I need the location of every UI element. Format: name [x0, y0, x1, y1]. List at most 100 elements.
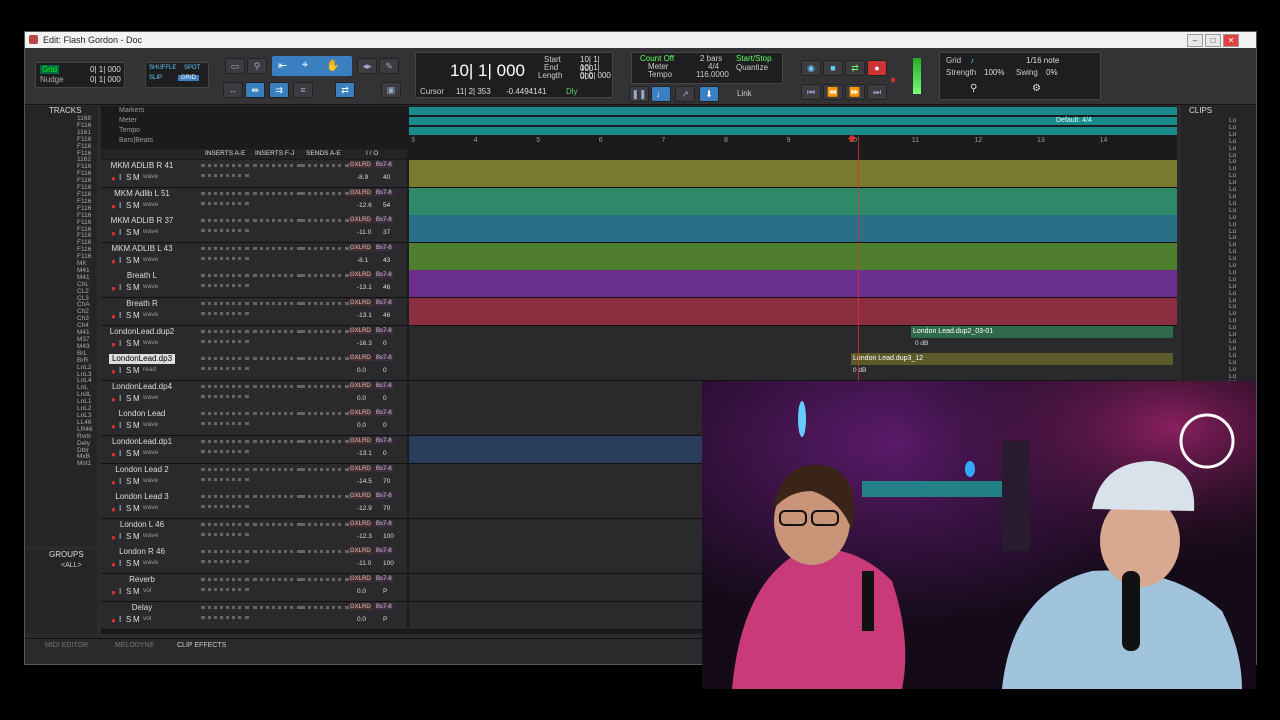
mute-button[interactable]: M: [133, 504, 140, 513]
link-timeline-icon[interactable]: ⇹: [245, 82, 265, 98]
mute-button[interactable]: M: [133, 559, 140, 568]
output-selector[interactable]: Bs7-8: [375, 576, 393, 582]
insert-slots-ae[interactable]: [201, 578, 249, 586]
output-selector[interactable]: Bs7-8: [375, 327, 393, 334]
default-meter-marker[interactable]: Default: 4/4: [1056, 116, 1092, 126]
input-selector[interactable]: GXLRD: [349, 189, 372, 196]
record-arm-icon[interactable]: ●: [111, 616, 116, 625]
pan-value[interactable]: 54: [383, 202, 390, 209]
input-selector[interactable]: GXLRD: [349, 162, 372, 168]
clip-gain-label[interactable]: 0 dB: [853, 367, 866, 374]
insert-slots-fj[interactable]: [253, 440, 301, 448]
track-header[interactable]: MKM ADLIB R 41 ● I S Mwave GXLRD Bs7-8 -8.9 40: [101, 160, 407, 188]
track-lane[interactable]: [409, 160, 1177, 188]
insert-slots-ae-2[interactable]: [201, 312, 249, 320]
input-selector[interactable]: GXLRD: [349, 355, 372, 362]
track-name[interactable]: LondonLead.dp4: [109, 382, 175, 392]
record-arm-icon[interactable]: ●: [111, 229, 116, 238]
grid-label[interactable]: Grid: [40, 65, 60, 74]
input-monitor-button[interactable]: I: [119, 504, 121, 513]
solo-button[interactable]: S: [126, 615, 131, 624]
insert-slots-ae[interactable]: [201, 191, 249, 200]
track-header[interactable]: Breath R ● I S Mwave GXLRD Bs7-8 -13.1 46: [101, 298, 407, 326]
mute-button[interactable]: M: [133, 532, 140, 541]
insert-slots-ae[interactable]: [201, 495, 249, 503]
output-selector[interactable]: Bs7-8: [375, 244, 393, 251]
volume-value[interactable]: -12.9: [357, 505, 372, 512]
tracks-list-item[interactable]: Mst1: [77, 460, 97, 468]
input-selector[interactable]: GXLRD: [349, 300, 372, 306]
insert-slots-ae-2[interactable]: [201, 201, 249, 210]
input-monitor-button[interactable]: I: [119, 615, 121, 624]
pan-value[interactable]: 37: [383, 229, 390, 236]
insert-slots-ae[interactable]: [201, 440, 249, 448]
mute-button[interactable]: M: [133, 477, 140, 486]
insert-slots-ae[interactable]: [201, 164, 249, 172]
solo-button[interactable]: S: [126, 449, 131, 458]
input-monitor-button[interactable]: I: [119, 449, 121, 458]
output-selector[interactable]: Bs7-8: [375, 465, 393, 472]
insert-slots-ae-2[interactable]: [201, 588, 249, 596]
search-icon[interactable]: ⚲: [970, 83, 977, 94]
input-monitor-button[interactable]: I: [119, 283, 121, 292]
send-slots[interactable]: [301, 329, 349, 338]
insert-slots-ae[interactable]: [201, 522, 249, 531]
send-slots[interactable]: [301, 191, 349, 200]
input-monitor-button[interactable]: I: [119, 559, 121, 568]
record-arm-icon[interactable]: ●: [111, 588, 116, 597]
track-header[interactable]: Breath L ● I S Mwave GXLRD Bs7-8 -13.1 46: [101, 270, 407, 299]
track-view-selector[interactable]: wave: [143, 311, 158, 318]
insert-slots-ae-2[interactable]: [201, 284, 249, 292]
tab-to-transient-icon[interactable]: ↔: [223, 82, 243, 98]
track-header[interactable]: LondonLead.dup2 ● I S Mwave GXLRD Bs7-8 -16.3 0: [101, 325, 407, 354]
mute-button[interactable]: M: [133, 366, 140, 375]
midi-merge-icon[interactable]: ↗: [675, 86, 695, 102]
input-selector[interactable]: GXLRD: [349, 548, 372, 555]
record-arm-icon[interactable]: ●: [111, 284, 116, 293]
send-slots[interactable]: [301, 550, 349, 558]
record-arm-icon[interactable]: ●: [111, 367, 116, 376]
output-selector[interactable]: Bs7-8: [375, 410, 393, 417]
bars-beats-ruler[interactable]: Bars|Beats 3 4 5 6 7 8 9 10 11 12 13 14 ◆: [101, 134, 1177, 148]
input-monitor-button[interactable]: I: [119, 366, 121, 375]
track-name[interactable]: London L 46: [109, 520, 175, 530]
audio-clip[interactable]: London Lead.dup3_12: [851, 353, 1173, 366]
input-monitor-button[interactable]: I: [119, 421, 121, 430]
play-icon[interactable]: ⇄: [845, 60, 865, 76]
volume-value[interactable]: -11.0: [357, 229, 371, 236]
track-view-selector[interactable]: wave: [143, 477, 158, 484]
tempo-ruler[interactable]: Tempo: [101, 126, 1177, 136]
return-to-zero-icon[interactable]: ⏮: [801, 84, 821, 100]
record-arm-icon[interactable]: ●: [111, 202, 116, 211]
insert-slots-ae[interactable]: [201, 357, 249, 365]
length-value[interactable]: 0| 0| 000: [580, 71, 611, 80]
insert-slots-fj[interactable]: [253, 467, 301, 476]
insert-slots-ae-2[interactable]: [201, 505, 249, 513]
mute-button[interactable]: M: [133, 615, 140, 624]
track-lane[interactable]: [409, 242, 1177, 271]
track-lane[interactable]: [409, 270, 1177, 299]
link-track-icon[interactable]: ⇉: [269, 82, 289, 98]
mute-button[interactable]: M: [133, 228, 140, 237]
send-slots[interactable]: [301, 578, 349, 586]
clip-gain-label[interactable]: 0 dB: [915, 340, 928, 347]
insert-slots-fj[interactable]: [253, 522, 301, 531]
solo-button[interactable]: S: [126, 283, 131, 292]
record-arm-icon[interactable]: ●: [111, 422, 116, 431]
input-monitor-button[interactable]: I: [119, 173, 121, 182]
pan-value[interactable]: 0: [383, 395, 387, 402]
volume-value[interactable]: -13.1: [357, 450, 372, 457]
insert-slots-ae[interactable]: [201, 246, 249, 255]
record-arm-icon[interactable]: ●: [111, 560, 116, 569]
output-selector[interactable]: Bs7-8: [375, 382, 393, 389]
volume-value[interactable]: 0.0: [357, 422, 366, 429]
track-name[interactable]: LondonLead.dp3: [109, 354, 175, 365]
solo-button[interactable]: S: [126, 477, 131, 486]
track-header[interactable]: London Lead ● I S Mwave GXLRD Bs7-8 0.0 0: [101, 408, 407, 437]
insert-slots-fj[interactable]: [253, 412, 301, 420]
mute-button[interactable]: M: [133, 339, 140, 348]
playhead-marker-icon[interactable]: ◆: [848, 134, 856, 144]
insert-slots-ae[interactable]: [201, 274, 249, 282]
solo-button[interactable]: S: [126, 559, 131, 568]
track-header[interactable]: LondonLead.dp3 ● I S Mread GXLRD Bs7-8 0.0 0: [101, 353, 407, 382]
